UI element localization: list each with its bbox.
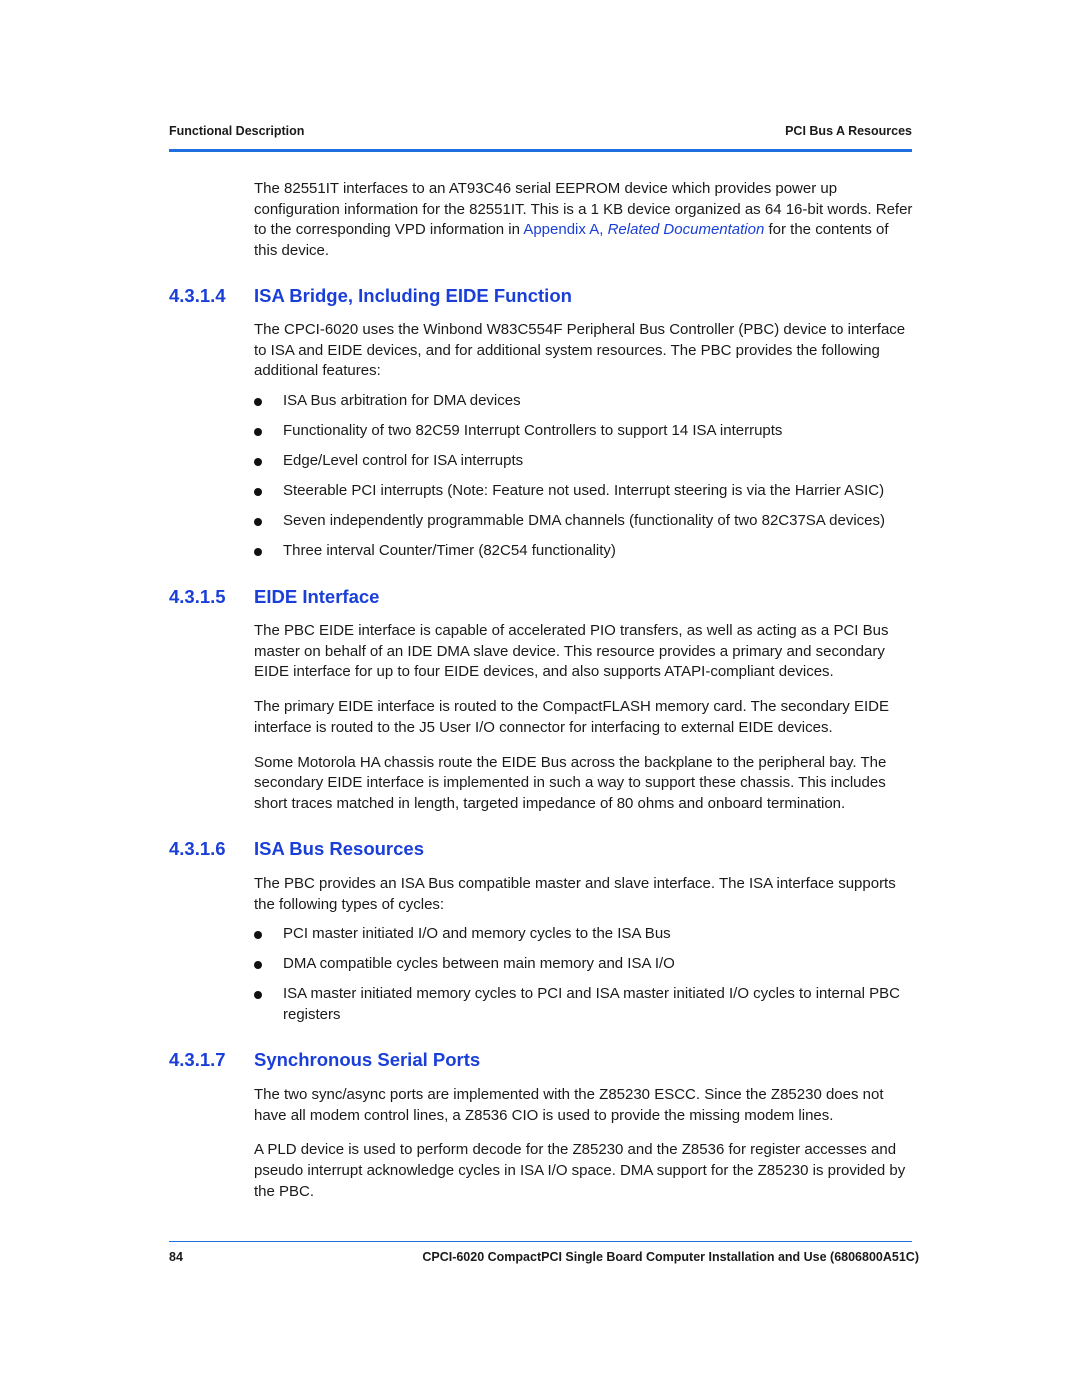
section-title: EIDE Interface (254, 586, 380, 607)
list-item-text: ISA master initiated memory cycles to PC… (283, 985, 900, 1024)
header-rule (169, 149, 912, 152)
paragraph: Some Motorola HA chassis route the EIDE … (254, 753, 887, 812)
list-item-text: Three interval Counter/Timer (82C54 func… (283, 542, 616, 560)
list-item: ISA Bus arbitration for DMA devices (254, 391, 914, 412)
paragraph: The primary EIDE interface is routed to … (254, 698, 889, 736)
bullet-icon (254, 488, 262, 497)
bullet-icon (254, 931, 262, 940)
list-item-text: ISA Bus arbitration for DMA devices (283, 392, 521, 410)
section-title: ISA Bus Resources (254, 838, 424, 859)
footer-rule (169, 1241, 912, 1242)
related-documentation-link[interactable]: Related Documentation (608, 221, 765, 238)
appendix-link[interactable]: Appendix A, (523, 221, 607, 238)
bullet-icon (254, 518, 262, 527)
paragraph: The CPCI-6020 uses the Winbond W83C554F … (254, 321, 906, 380)
list-item-text: Functionality of two 82C59 Interrupt Con… (283, 422, 783, 440)
section-number: 4.3.1.4 (169, 285, 226, 306)
list-item: ISA master initiated memory cycles to PC… (254, 984, 914, 1025)
section-heading-eide-interface: 4.3.1.5 EIDE Interface (169, 586, 379, 608)
section-body-synchronous-serial-ports: The two sync/async ports are implemented… (254, 1085, 914, 1203)
section-body-eide-interface: The PBC EIDE interface is capable of acc… (254, 621, 914, 815)
section-heading-isa-bridge: 4.3.1.4 ISA Bridge, Including EIDE Functi… (169, 285, 572, 307)
bullet-icon (254, 428, 262, 437)
intro-paragraph: The 82551IT interfaces to an AT93C46 ser… (254, 179, 914, 262)
bullet-icon (254, 458, 262, 467)
list-item: Seven independently programmable DMA cha… (254, 511, 914, 532)
header-section: PCI Bus A Resources (785, 124, 912, 138)
list-item: PCI master initiated I/O and memory cycl… (254, 924, 914, 945)
bullet-icon (254, 398, 262, 407)
bullet-icon (254, 548, 262, 557)
list-item: Three interval Counter/Timer (82C54 func… (254, 541, 914, 562)
section-number: 4.3.1.6 (169, 838, 226, 859)
list-item: DMA compatible cycles between main memor… (254, 954, 914, 975)
list-item-text: Steerable PCI interrupts (Note: Feature … (283, 482, 885, 500)
paragraph: The PBC EIDE interface is capable of acc… (254, 622, 889, 681)
paragraph: The two sync/async ports are implemented… (254, 1086, 884, 1124)
section-heading-synchronous-serial-ports: 4.3.1.7 Synchronous Serial Ports (169, 1049, 480, 1071)
section-body-isa-bridge: The CPCI-6020 uses the Winbond W83C554F … (254, 320, 914, 562)
section-number: 4.3.1.7 (169, 1049, 226, 1070)
list-item: Functionality of two 82C59 Interrupt Con… (254, 421, 914, 442)
list-item-text: Edge/Level control for ISA interrupts (283, 452, 524, 470)
list-item-text: Seven independently programmable DMA cha… (283, 512, 886, 530)
bullet-icon (254, 991, 262, 1000)
section-number: 4.3.1.5 (169, 586, 226, 607)
section-heading-isa-bus-resources: 4.3.1.6 ISA Bus Resources (169, 838, 424, 860)
list-item-text: DMA compatible cycles between main memor… (283, 955, 675, 973)
section-title: Synchronous Serial Ports (254, 1049, 481, 1070)
feature-list: ISA Bus arbitration for DMA devices Func… (254, 391, 914, 562)
cycle-types-list: PCI master initiated I/O and memory cycl… (254, 924, 914, 1025)
bullet-icon (254, 961, 262, 970)
running-header: Functional Description PCI Bus A Resourc… (169, 124, 912, 140)
list-item: Steerable PCI interrupts (Note: Feature … (254, 481, 914, 502)
list-item: Edge/Level control for ISA interrupts (254, 451, 914, 472)
header-chapter: Functional Description (169, 124, 305, 138)
paragraph: A PLD device is used to perform decode f… (254, 1141, 906, 1200)
page-number: 84 (169, 1250, 183, 1264)
section-body-isa-bus-resources: The PBC provides an ISA Bus compatible m… (254, 874, 914, 1026)
paragraph: The PBC provides an ISA Bus compatible m… (254, 875, 896, 913)
list-item-text: PCI master initiated I/O and memory cycl… (283, 925, 671, 943)
document-title: CPCI-6020 CompactPCI Single Board Comput… (422, 1250, 919, 1264)
section-title: ISA Bridge, Including EIDE Function (254, 285, 572, 306)
